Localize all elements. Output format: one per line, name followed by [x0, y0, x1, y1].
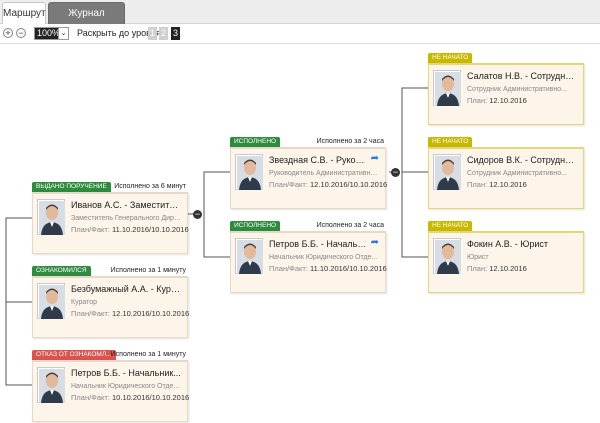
plan-dates: План: 12.10.2016	[467, 180, 527, 189]
connector-to-fokin	[401, 172, 428, 258]
card-body: Безбумажный А.А. - Кура... Куратор План/…	[32, 276, 189, 338]
person-role: Руководитель Административно...	[269, 170, 379, 177]
avatar	[37, 367, 65, 403]
card-body: Сидоров В.К. - Сотрудник... Сотрудник Ад…	[428, 147, 584, 209]
route-card-petrov-done[interactable]: ИСПОЛНЕНО Исполнено за 2 часа Петров Б.Б…	[230, 221, 387, 293]
route-card-fokin[interactable]: НЕ НАЧАТО Фокин А.В. - Юрист Юрист План:…	[428, 221, 584, 293]
plan-fact-dates: План/Факт: 10.10.2016/10.10.2016	[71, 393, 189, 402]
plan-fact-dates: План/Факт: 11.10.2016/10.10.2016	[71, 225, 189, 234]
dates-label: План/Факт:	[269, 264, 308, 273]
dates-value: 12.10.2016	[489, 180, 527, 189]
dates-value: 12.10.2016/10.10.2016	[112, 309, 190, 318]
status-badge: НЕ НАЧАТО	[428, 221, 473, 231]
person-name: Петров Б.Б. - Начальник...	[269, 239, 367, 249]
collapse-toggle-icon[interactable]: −	[193, 210, 202, 219]
dates-label: План/Факт:	[71, 309, 110, 318]
status-badge: НЕ НАЧАТО	[428, 137, 473, 147]
dates-label: План:	[467, 96, 488, 105]
card-body: Звездная С.В. - Руководи... ➦ Руководите…	[230, 147, 387, 209]
status-badge: ОТКАЗ ОТ ОЗНАКОМЛ...	[32, 350, 116, 360]
share-icon[interactable]: ➦	[371, 237, 379, 248]
done-time: Исполнено за 2 часа	[316, 222, 384, 229]
connector-to-zvezdnaya	[203, 171, 230, 214]
dates-value: 11.10.2016/10.10.2016	[112, 225, 189, 234]
connector-to-salatov	[401, 87, 428, 172]
dates-value: 12.10.2016	[489, 96, 527, 105]
done-time: Исполнено за 6 минут	[114, 183, 186, 190]
status-badge: ИСПОЛНЕНО	[230, 137, 281, 147]
person-name: Салатов Н.В. - Сотрудник...	[467, 71, 577, 81]
status-badge: ВЫДАНО ПОРУЧЕНИЕ	[32, 182, 111, 192]
plan-dates: План: 12.10.2016	[467, 96, 527, 105]
dates-label: План:	[467, 180, 488, 189]
share-icon[interactable]: ➦	[371, 153, 379, 164]
avatar	[433, 154, 461, 190]
avatar	[37, 283, 65, 319]
route-card-salatov[interactable]: НЕ НАЧАТО Салатов Н.В. - Сотрудник... Со…	[428, 53, 584, 125]
person-role: Сотрудник Административно...	[467, 170, 567, 177]
route-card-bezumazhny[interactable]: ОЗНАКОМИЛСЯ Исполнено за 1 минуту Безбум…	[32, 266, 189, 338]
person-name: Петров Б.Б. - Начальник...	[71, 368, 181, 378]
dates-label: План/Факт:	[269, 180, 308, 189]
route-card-sidorov[interactable]: НЕ НАЧАТО Сидоров В.К. - Сотрудник... Со…	[428, 137, 584, 209]
avatar	[433, 238, 461, 274]
plan-fact-dates: План/Факт: 11.10.2016/10.10.2016	[269, 264, 387, 273]
person-name: Фокин А.В. - Юрист	[467, 239, 549, 249]
dates-label: План/Факт:	[71, 393, 110, 402]
person-role: Начальник Юридического Отдела	[71, 383, 181, 390]
dates-label: План/Факт:	[71, 225, 110, 234]
collapse-toggle-icon[interactable]: −	[391, 168, 400, 177]
route-card-petrov-rejected[interactable]: ОТКАЗ ОТ ОЗНАКОМЛ... Исполнено за 1 мину…	[32, 350, 189, 422]
connector-to-petrov	[203, 214, 230, 258]
card-body: Петров Б.Б. - Начальник... Начальник Юри…	[32, 360, 189, 422]
status-badge: ОЗНАКОМИЛСЯ	[32, 266, 91, 276]
plan-fact-dates: План/Факт: 12.10.2016/10.10.2016	[71, 309, 189, 318]
person-role: Куратор	[71, 299, 98, 306]
person-name: Безбумажный А.А. - Кура...	[71, 284, 181, 294]
card-body: Фокин А.В. - Юрист Юрист План: 12.10.201…	[428, 231, 584, 293]
plan-dates: План: 12.10.2016	[467, 264, 527, 273]
avatar	[37, 199, 65, 235]
status-badge: НЕ НАЧАТО	[428, 53, 473, 63]
dates-value: 10.10.2016/10.10.2016	[112, 393, 190, 402]
done-time: Исполнено за 2 часа	[316, 138, 384, 145]
person-role: Начальник Юридического Отдела	[269, 254, 379, 261]
person-name: Иванов А.С. - Заместител...	[71, 200, 181, 210]
avatar	[433, 70, 461, 106]
avatar	[235, 238, 263, 274]
card-body: Салатов Н.В. - Сотрудник... Сотрудник Ад…	[428, 63, 584, 125]
dates-value: 11.10.2016/10.10.2016	[310, 264, 387, 273]
dates-value: 12.10.2016	[489, 264, 527, 273]
person-name: Сидоров В.К. - Сотрудник...	[467, 155, 577, 165]
plan-fact-dates: План/Факт: 12.10.2016/10.10.2016	[269, 180, 387, 189]
avatar	[235, 154, 263, 190]
route-card-zvezdnaya[interactable]: ИСПОЛНЕНО Исполнено за 2 часа Звездная С…	[230, 137, 387, 209]
done-time: Исполнено за 1 минуту	[110, 351, 186, 358]
card-body: Петров Б.Б. - Начальник... ➦ Начальник Ю…	[230, 231, 387, 293]
person-name: Звездная С.В. - Руководи...	[269, 155, 367, 165]
person-role: Сотрудник Административно...	[467, 86, 567, 93]
card-body: Иванов А.С. - Заместител... Заместитель …	[32, 192, 189, 254]
done-time: Исполнено за 1 минуту	[110, 267, 186, 274]
status-badge: ИСПОЛНЕНО	[230, 221, 281, 231]
dates-label: План:	[467, 264, 488, 273]
person-role: Заместитель Генерального Дире...	[71, 215, 181, 222]
dates-value: 12.10.2016/10.10.2016	[310, 180, 388, 189]
person-role: Юрист	[467, 254, 489, 261]
route-card-ivanov[interactable]: ВЫДАНО ПОРУЧЕНИЕ Исполнено за 6 минут Ив…	[32, 182, 189, 254]
